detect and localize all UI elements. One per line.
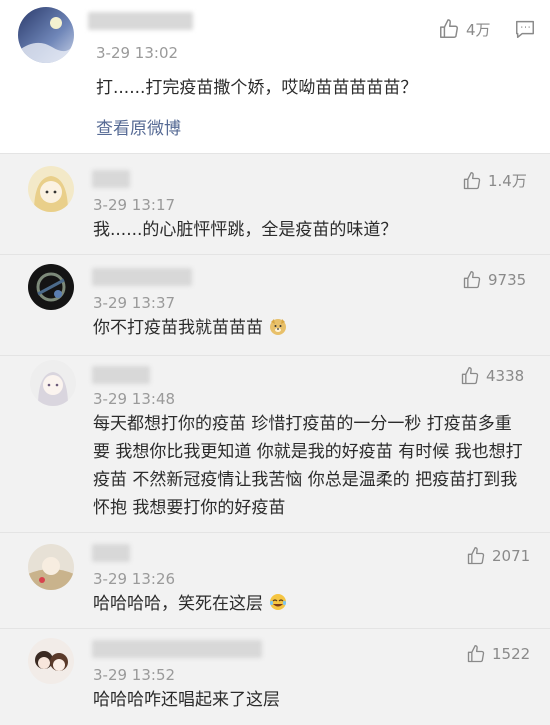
like-button[interactable]: 4338 [460,366,524,386]
comment-time: 3-29 13:02 [96,44,179,62]
avatar[interactable] [28,544,74,590]
divider [0,628,550,629]
comment-time: 3-29 13:26 [93,570,176,588]
like-count: 4338 [486,367,525,385]
username-blurred[interactable] [92,170,130,188]
avatar[interactable] [28,264,74,310]
comment-text: 哈哈哈咋还唱起来了这层 [93,690,280,710]
username-blurred[interactable] [88,12,193,30]
comment-text: 我......的心脏怦怦跳，全是疫苗的味道？ [93,220,398,240]
avatar[interactable] [30,360,76,406]
like-button[interactable]: 9735 [462,270,526,290]
like-count: 2071 [492,547,531,565]
avatar[interactable] [28,166,74,212]
comment-text: 你不打疫苗我就苗苗苗 [93,314,288,342]
divider [0,532,550,533]
laughing-tears-emoji-icon [270,594,287,610]
comment-list: 3-29 13:02 4万 打......打完疫苗撒个娇，哎呦苗苗苗苗苗？ 查看… [0,0,550,725]
comment-text: 打......打完疫苗撒个娇，哎呦苗苗苗苗苗？ [96,78,418,98]
like-count: 1.4万 [488,172,527,190]
thumbs-up-icon [463,171,481,189]
comment-text-body: 你不打疫苗我就苗苗苗 [93,318,263,338]
username-blurred[interactable] [92,640,262,658]
username-blurred[interactable] [92,544,130,562]
thumbs-up-icon [440,19,458,38]
doge-emoji-icon [270,319,287,335]
divider [0,254,550,255]
comment-time: 3-29 13:17 [93,196,176,214]
like-button[interactable]: 4万 [438,18,491,40]
thumbs-up-icon [467,645,485,663]
comment-time: 3-29 13:37 [93,294,176,312]
thumbs-up-icon [463,271,481,289]
avatar[interactable] [18,7,74,63]
view-original-weibo-link[interactable]: 查看原微博 [96,114,181,139]
divider [0,153,550,154]
avatar[interactable] [28,638,74,684]
like-button[interactable]: 2071 [466,546,530,566]
like-button[interactable]: 1.4万 [462,170,527,191]
divider [0,355,550,356]
like-count: 4万 [466,20,491,39]
thumbs-up-icon [461,367,479,385]
comment-text-body: 哈哈哈哈，笑死在这层 [93,594,263,614]
comment-time: 3-29 13:48 [93,390,176,408]
thumbs-up-icon [467,547,485,565]
like-count: 1522 [492,645,531,663]
like-count: 9735 [488,271,527,289]
comment-time: 3-29 13:52 [93,666,176,684]
comment-text: 每天都想打你的疫苗 珍惜打疫苗的一分一秒 打疫苗多重要 我想你比我更知道 你就是… [93,414,523,518]
like-button[interactable]: 1522 [466,644,530,664]
username-blurred[interactable] [92,366,150,384]
comment-text: 哈哈哈哈，笑死在这层 [93,590,288,618]
username-blurred[interactable] [92,268,192,286]
comment-icon[interactable] [514,18,536,44]
